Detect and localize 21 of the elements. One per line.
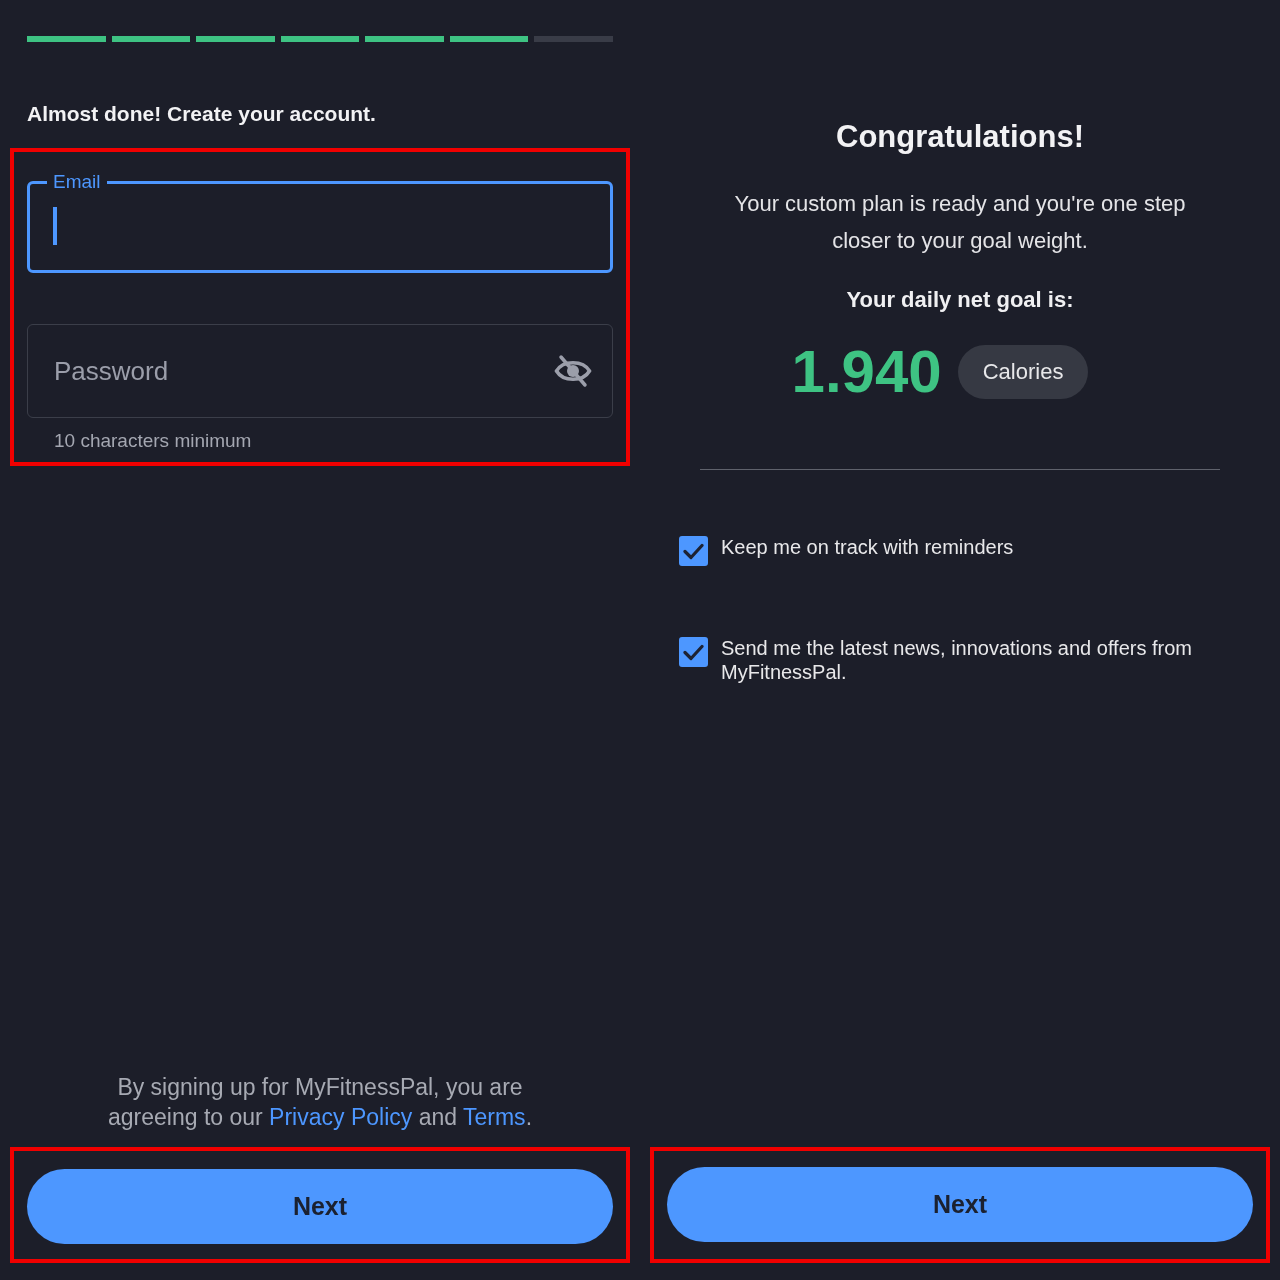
checkbox[interactable] (679, 536, 708, 566)
option-label: Keep me on track with reminders (721, 535, 1014, 559)
checkbox[interactable] (679, 637, 708, 667)
check-icon (683, 542, 704, 560)
goal-label: Your daily net goal is: (846, 287, 1074, 313)
unit-badge: Calories (957, 345, 1089, 399)
password-field[interactable]: Password (27, 324, 613, 418)
check-icon (683, 643, 704, 661)
option-label: Send me the latest news, innovations and offers from MyFitnessPal. (721, 636, 1193, 684)
goal-value: 1.940 (791, 342, 942, 402)
text-cursor (53, 207, 57, 245)
legal-link[interactable]: Terms (463, 1104, 526, 1130)
page-heading: Almost done! Create your account. (27, 103, 376, 125)
plan-message: Your custom plan is ready and you're one step closer to your goal weight. (733, 190, 1187, 255)
next-button[interactable]: Next (27, 1169, 613, 1244)
next-button[interactable]: Next (667, 1167, 1253, 1242)
eye-slash-icon[interactable] (554, 354, 592, 388)
legal-link[interactable]: Privacy Policy (269, 1104, 413, 1130)
password-hint: 10 characters minimum (54, 430, 252, 452)
legal-notice: By signing up for MyFitnessPal, you are agreeing to our Privacy Policy and Terms. (106, 1073, 533, 1132)
congrats-title: Congratulations! (836, 119, 1084, 155)
